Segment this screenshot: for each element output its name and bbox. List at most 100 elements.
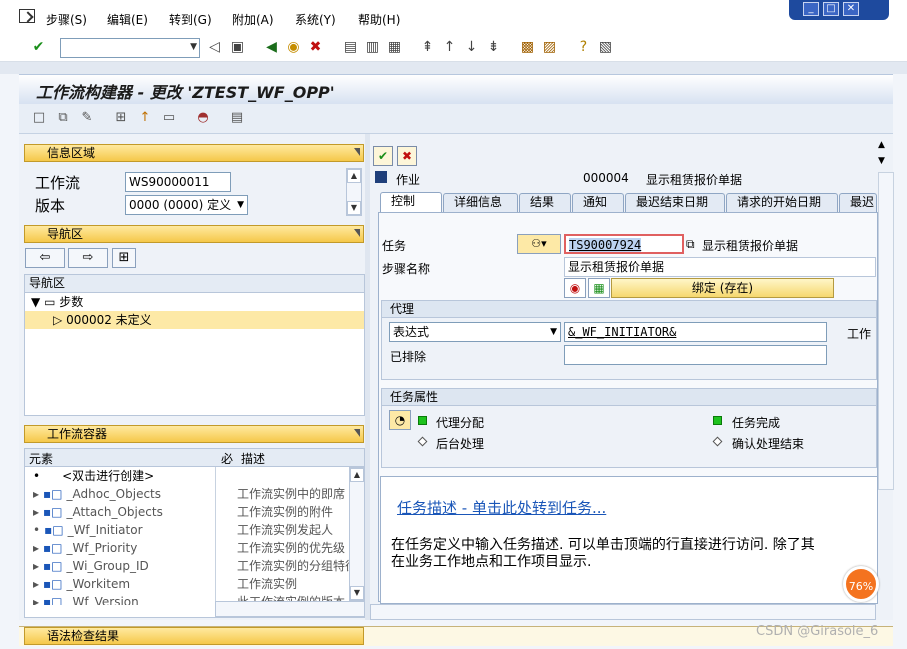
container-scrollbar[interactable]: ▲ ▼ bbox=[349, 467, 365, 601]
new-doc-icon[interactable]: □ bbox=[31, 110, 47, 126]
agent-expression-field[interactable]: &_WF_INITIATOR& bbox=[564, 322, 827, 342]
right-hscroll[interactable] bbox=[370, 604, 876, 620]
expand-icon[interactable]: ▸ bbox=[33, 505, 39, 519]
nav-forward-button[interactable]: ⇨ bbox=[68, 248, 108, 268]
right-scrollbar[interactable]: ▲ ▼ bbox=[876, 134, 892, 174]
exit-icon[interactable]: ◉ bbox=[285, 39, 302, 56]
scroll-up-icon[interactable]: ▲ bbox=[878, 140, 885, 150]
test-icon[interactable]: ▭ bbox=[161, 110, 177, 126]
close-button[interactable]: ✕ bbox=[843, 2, 859, 16]
tab-result[interactable]: 结果 bbox=[519, 193, 571, 212]
list-item[interactable]: ▸ ▪□ _Workitem bbox=[25, 575, 215, 593]
chevron-down-icon[interactable]: ▼ bbox=[237, 196, 244, 214]
tab-requested-start[interactable]: 请求的开始日期 bbox=[726, 193, 838, 212]
step-name-field[interactable]: 显示租赁报价单据 bbox=[564, 257, 876, 277]
enter-icon[interactable]: ✔ bbox=[30, 39, 47, 56]
binding-button[interactable]: 绑定 (存在) bbox=[611, 278, 834, 298]
excluded-field[interactable] bbox=[564, 345, 827, 365]
first-page-icon[interactable]: ⇞ bbox=[419, 39, 436, 56]
menu-help[interactable]: 帮助(H) bbox=[358, 11, 400, 28]
grid-binding-button[interactable]: ▦ bbox=[588, 278, 610, 298]
container-panel-header[interactable]: 工作流容器 bbox=[24, 425, 364, 443]
list-icon[interactable]: ▤ bbox=[229, 110, 245, 126]
list-item[interactable]: ▸ ▪□ _Wf_Priority bbox=[25, 539, 215, 557]
list-item[interactable]: ▸ ▪□ _Wi_Group_ID bbox=[25, 557, 215, 575]
hierarchy-icon[interactable]: ⊞ bbox=[113, 110, 129, 126]
scroll-up-icon[interactable]: ▲ bbox=[347, 169, 361, 183]
save-icon[interactable]: ▣ bbox=[229, 39, 246, 56]
expand-icon[interactable]: ▸ bbox=[33, 541, 39, 555]
scroll-down-icon[interactable]: ▼ bbox=[350, 586, 364, 600]
layout-icon[interactable]: ▧ bbox=[597, 39, 614, 56]
find-next-icon[interactable]: ▦ bbox=[386, 39, 403, 56]
expand-icon[interactable]: ▸ bbox=[33, 595, 39, 605]
props-button[interactable]: ◔ bbox=[389, 410, 411, 430]
list-item[interactable]: ▸ ▪□ _Adhoc_Objects bbox=[25, 485, 215, 503]
cancel-icon[interactable]: ✖ bbox=[307, 39, 324, 56]
nav-panel-header[interactable]: 导航区 bbox=[24, 225, 364, 243]
tree-root[interactable]: ▼ ▭ 步数 bbox=[31, 293, 83, 311]
minimize-button[interactable]: _ bbox=[803, 2, 819, 16]
binding-icon[interactable]: ◓ bbox=[195, 110, 211, 126]
find-icon[interactable]: ▥ bbox=[364, 39, 381, 56]
copy-icon[interactable]: ⧉ bbox=[55, 110, 71, 126]
list-item[interactable]: ▸ ▪□ _Attach_Objects bbox=[25, 503, 215, 521]
menu-system[interactable]: 系统(Y) bbox=[295, 11, 336, 28]
version-select[interactable]: 0000 (0000) 定义 ▼ bbox=[125, 195, 248, 215]
chevron-down-icon[interactable]: ▼ bbox=[190, 42, 197, 52]
syntax-check-header[interactable]: 语法检查结果 bbox=[24, 627, 364, 645]
list-item[interactable]: ▸ ▪□ _Wf_Version bbox=[25, 593, 215, 605]
print-icon[interactable]: ▤ bbox=[342, 39, 359, 56]
task-field[interactable]: TS90007924 bbox=[564, 234, 684, 254]
help-icon[interactable]: ? bbox=[575, 39, 592, 56]
workflow-field[interactable]: WS90000011 bbox=[125, 172, 231, 192]
nav-back-button[interactable]: ⇦ bbox=[25, 248, 65, 268]
info-panel-header[interactable]: 信息区域 bbox=[24, 144, 364, 162]
check-icon[interactable]: ✎ bbox=[79, 110, 95, 126]
activate-icon[interactable]: ↑ bbox=[137, 110, 153, 126]
command-field[interactable]: ▼ bbox=[60, 38, 200, 58]
expand-icon[interactable]: ▼ bbox=[31, 295, 40, 309]
scroll-down-icon[interactable]: ▼ bbox=[878, 156, 885, 166]
maximize-button[interactable]: □ bbox=[823, 2, 839, 16]
expand-icon[interactable]: ▸ bbox=[33, 559, 39, 573]
tab-latest[interactable]: 最迟 bbox=[839, 193, 877, 212]
check-icon: ✔ bbox=[377, 149, 389, 163]
chevron-down-icon[interactable]: ▼ bbox=[550, 323, 557, 341]
new-session-icon[interactable]: ▩ bbox=[519, 39, 536, 56]
menu-edit[interactable]: 编辑(E) bbox=[107, 11, 148, 28]
tab-details[interactable]: 详细信息 bbox=[443, 193, 518, 212]
close-icon: ✖ bbox=[401, 149, 413, 163]
menu-goto[interactable]: 转到(G) bbox=[169, 11, 212, 28]
tree-step-row[interactable]: ▷ 000002 未定义 bbox=[25, 311, 364, 329]
task-description-link[interactable]: 任务描述 - 单击此处转到任务... bbox=[397, 497, 606, 518]
list-item[interactable]: • <双击进行创建> bbox=[25, 467, 215, 485]
list-item[interactable]: • ▪□ _Wf_Initiator bbox=[25, 521, 215, 539]
back-triangle-icon[interactable]: ◁ bbox=[206, 39, 223, 56]
expand-icon[interactable]: ▸ bbox=[33, 577, 39, 591]
shortcut-icon[interactable]: ▨ bbox=[541, 39, 558, 56]
right-vscroll[interactable] bbox=[878, 172, 894, 490]
menu-step[interactable]: 步骤(S) bbox=[46, 11, 87, 28]
next-page-icon[interactable]: ↓ bbox=[463, 39, 480, 56]
back-icon[interactable]: ◀ bbox=[263, 39, 280, 56]
last-page-icon[interactable]: ⇟ bbox=[485, 39, 502, 56]
agent-type-select[interactable]: 表达式 ▼ bbox=[389, 322, 561, 342]
copy-icon[interactable]: ⧉ bbox=[686, 237, 695, 252]
tab-notify[interactable]: 通知 bbox=[572, 193, 624, 212]
info-scrollbar[interactable]: ▲ ▼ bbox=[346, 168, 362, 216]
tab-latest-end[interactable]: 最迟结束日期 bbox=[625, 193, 725, 212]
container-hscroll[interactable] bbox=[215, 601, 365, 617]
undo-binding-button[interactable]: ◉ bbox=[564, 278, 586, 298]
prev-page-icon[interactable]: ↑ bbox=[441, 39, 458, 56]
menu-icon[interactable] bbox=[19, 9, 35, 23]
accept-button[interactable]: ✔ bbox=[373, 146, 393, 166]
tab-control[interactable]: 控制 bbox=[380, 192, 442, 212]
expand-icon[interactable]: ▸ bbox=[33, 487, 39, 501]
scroll-up-icon[interactable]: ▲ bbox=[350, 468, 364, 482]
task-type-select[interactable]: ⚇▾ bbox=[517, 234, 561, 254]
menu-extras[interactable]: 附加(A) bbox=[232, 11, 274, 28]
nav-tree-button[interactable]: ⊞ bbox=[112, 248, 136, 268]
reject-button[interactable]: ✖ bbox=[397, 146, 417, 166]
scroll-down-icon[interactable]: ▼ bbox=[347, 201, 361, 215]
